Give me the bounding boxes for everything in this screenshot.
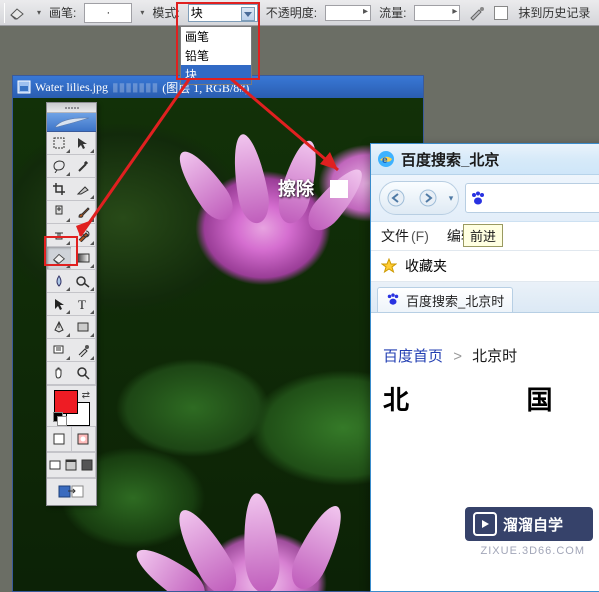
flow-label: 流量:	[379, 4, 406, 21]
tool-move[interactable]	[71, 132, 96, 155]
star-icon[interactable]	[381, 258, 397, 274]
browser-tab-active[interactable]: 百度搜索_北京时	[377, 287, 513, 312]
chevron-down-icon	[244, 12, 252, 17]
tool-marquee[interactable]	[47, 132, 72, 155]
forward-tooltip: 前进	[463, 224, 503, 247]
screen-mode-full-menubar[interactable]	[63, 453, 80, 478]
screen-mode-standard[interactable]	[47, 453, 64, 478]
document-title-dim: ▮▮▮▮▮▮▮	[112, 80, 158, 95]
tool-eraser[interactable]	[47, 247, 72, 270]
tool-clone-stamp[interactable]	[47, 224, 72, 247]
mode-select-value: 块	[191, 4, 203, 21]
breadcrumb-category: 北京时	[472, 348, 517, 365]
tools-grip[interactable]	[47, 103, 96, 113]
play-icon	[473, 512, 497, 536]
tool-notes[interactable]	[47, 339, 72, 362]
document-sys-icon	[17, 80, 31, 94]
mode-option-pencil[interactable]: 铅笔	[181, 46, 251, 65]
foreground-color-swatch[interactable]	[54, 390, 78, 414]
arrow-left-icon	[387, 189, 405, 207]
tool-lasso[interactable]	[47, 155, 72, 178]
breadcrumb-sep: >	[453, 348, 462, 365]
watermark-url: ZIXUE.3D66.COM	[481, 545, 585, 557]
tool-type[interactable]: T	[71, 293, 96, 316]
swap-colors-icon[interactable]: ⇄	[82, 390, 90, 401]
baidu-paw-icon	[386, 292, 402, 308]
tab-label: 百度搜索_北京时	[406, 291, 504, 310]
breadcrumb-home[interactable]: 百度首页	[383, 348, 443, 365]
browser-navbar: ▾	[371, 175, 599, 222]
tool-healing-brush[interactable]	[47, 201, 72, 224]
tool-pen[interactable]	[47, 316, 72, 339]
tools-palette[interactable]: T ⇄	[46, 102, 97, 506]
flow-field[interactable]	[414, 5, 460, 21]
browser-title: 百度搜索_北京	[401, 149, 499, 170]
svg-text:e: e	[382, 155, 388, 166]
feather-icon	[53, 115, 91, 129]
tool-crop[interactable]	[47, 178, 72, 201]
options-bar: ▾ 画笔: · ▾ 模式: 块 不透明度: 流量: 抹到历史记录	[0, 0, 599, 26]
browser-menubar: 文件(F) 编辑(E) 前进	[371, 222, 599, 251]
watermark-brand: 溜溜自学	[503, 514, 563, 535]
tool-zoom[interactable]	[71, 362, 96, 385]
nav-history-dropdown[interactable]: ▾	[444, 193, 458, 204]
mode-option-block[interactable]: 块	[181, 65, 251, 84]
mode-label: 模式:	[152, 4, 179, 21]
forward-button[interactable]	[412, 182, 444, 214]
erase-to-history-checkbox[interactable]	[494, 6, 508, 20]
workspace: Water lilies.jpg ▮▮▮▮▮▮▮ (图层 1, RGB/8#)	[0, 27, 599, 563]
brush-preset-picker[interactable]: ·	[84, 3, 132, 23]
annotation-erase-square	[330, 180, 348, 198]
browser-favorites-bar: 收藏夹	[371, 251, 599, 282]
default-colors-icon[interactable]	[53, 412, 65, 424]
jump-to-imageready[interactable]	[47, 478, 96, 505]
page-headline: 北 国	[383, 380, 599, 417]
menu-file[interactable]: 文件(F)	[381, 226, 429, 246]
breadcrumb: 百度首页 > 北京时	[383, 323, 599, 380]
tool-standard-mode[interactable]	[47, 427, 72, 452]
arrow-right-icon	[419, 189, 437, 207]
brush-label: 画笔:	[49, 4, 76, 21]
opacity-label: 不透明度:	[266, 4, 317, 21]
nav-buttons-group: ▾	[379, 181, 459, 215]
ie-logo-icon: e	[377, 150, 395, 168]
tool-history-brush[interactable]	[71, 224, 96, 247]
address-bar[interactable]	[465, 183, 599, 213]
tool-magic-wand[interactable]	[71, 155, 96, 178]
erase-to-history-label: 抹到历史记录	[518, 4, 590, 21]
browser-tabstrip: 百度搜索_北京时	[371, 282, 599, 313]
watermark-badge: 溜溜自学 ZIXUE.3D66.COM	[465, 507, 593, 541]
browser-titlebar[interactable]: e 百度搜索_北京	[371, 144, 599, 175]
tools-grid: T	[47, 132, 96, 385]
tool-eyedropper[interactable]	[71, 339, 96, 362]
chevron-down-icon[interactable]: ▾	[140, 8, 144, 17]
mode-dropdown[interactable]: 画笔 铅笔 块	[180, 26, 252, 85]
opacity-field[interactable]	[325, 5, 371, 21]
tool-path-select[interactable]	[47, 293, 72, 316]
favorites-label[interactable]: 收藏夹	[405, 256, 447, 276]
back-button[interactable]	[380, 182, 412, 214]
airbrush-icon[interactable]	[468, 4, 486, 22]
tool-hand[interactable]	[47, 362, 72, 385]
tool-dodge[interactable]	[71, 270, 96, 293]
svg-text:T: T	[78, 297, 86, 311]
mode-select[interactable]: 块	[188, 4, 258, 22]
mode-option-brush[interactable]: 画笔	[181, 27, 251, 46]
screen-mode-full[interactable]	[79, 453, 96, 478]
tool-shape[interactable]	[71, 316, 96, 339]
baidu-paw-icon	[470, 190, 486, 206]
document-title: Water lilies.jpg	[35, 80, 108, 95]
current-tool-eraser-icon[interactable]	[4, 3, 29, 23]
tool-gradient[interactable]	[71, 247, 96, 270]
tools-colors: ⇄	[47, 385, 96, 426]
annotation-erase-label: 擦除	[278, 175, 314, 201]
tool-brush[interactable]	[71, 201, 96, 224]
chevron-down-icon[interactable]: ▾	[37, 8, 41, 17]
tool-blur[interactable]	[47, 270, 72, 293]
tool-slice[interactable]	[71, 178, 96, 201]
tools-header	[47, 113, 96, 132]
browser-content: 百度首页 > 北京时 北 国	[371, 313, 599, 427]
tool-quickmask-mode[interactable]	[72, 427, 97, 452]
